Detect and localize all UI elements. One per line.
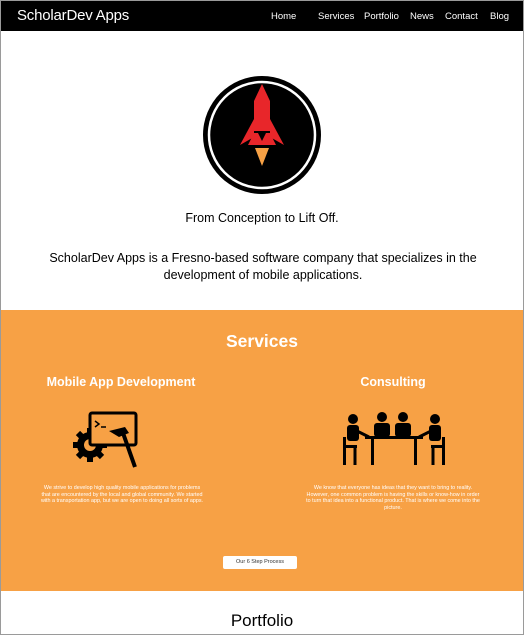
process-button[interactable]: Our 6 Step Process bbox=[223, 556, 297, 569]
nav-portfolio[interactable]: Portfolio bbox=[364, 11, 399, 22]
rocket-icon bbox=[203, 76, 321, 194]
dev-tools-icon bbox=[73, 411, 138, 468]
service-title-mobile: Mobile App Development bbox=[46, 375, 196, 389]
navbar: ScholarDev Apps Home Services Portfolio … bbox=[1, 1, 523, 31]
service-title-consulting: Consulting bbox=[360, 375, 426, 389]
nav-news[interactable]: News bbox=[410, 11, 434, 22]
nav-home[interactable]: Home bbox=[271, 11, 296, 22]
nav-blog[interactable]: Blog bbox=[490, 11, 509, 22]
nav-services[interactable]: Services bbox=[318, 11, 354, 22]
page-frame: ScholarDev Apps Home Services Portfolio … bbox=[0, 0, 524, 635]
services-section: Services Mobile App Development We striv… bbox=[1, 310, 523, 591]
hero-intro: ScholarDev Apps is a Fresno-based softwa… bbox=[49, 251, 477, 282]
service-desc-consulting: We know that everyone has ideas that the… bbox=[306, 485, 480, 511]
hero-tagline: From Conception to Lift Off. bbox=[185, 211, 339, 225]
services-heading: Services bbox=[225, 331, 298, 351]
nav-contact[interactable]: Contact bbox=[445, 11, 478, 22]
meeting-icon bbox=[343, 412, 445, 465]
portfolio-heading: Portfolio bbox=[230, 611, 294, 630]
service-desc-mobile: We strive to develop high quality mobile… bbox=[40, 485, 204, 505]
brand-logo-link[interactable]: ScholarDev Apps bbox=[17, 7, 129, 24]
